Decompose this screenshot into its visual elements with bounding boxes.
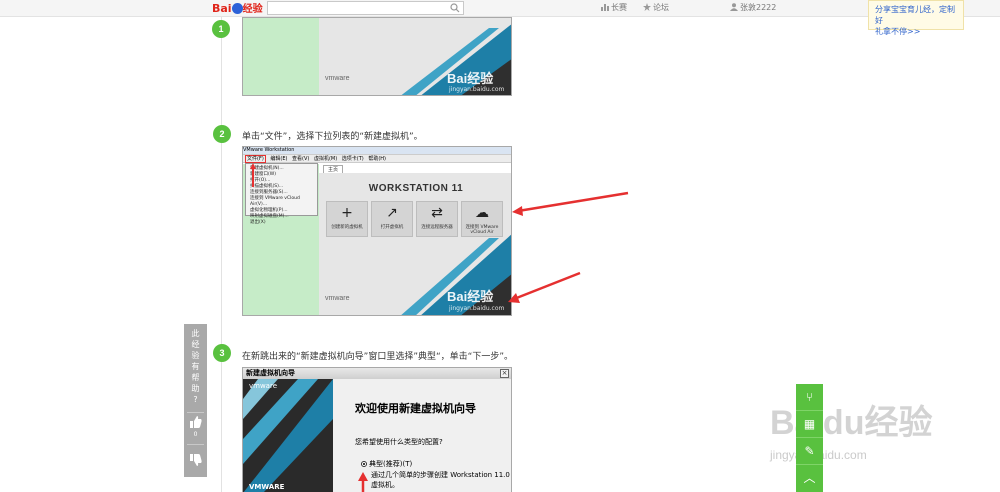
step3-screenshot[interactable]: 新建虚拟机向导 × vmware VMWARE 欢迎使用新建虚拟机向导 您希望使… <box>242 367 512 492</box>
vmware-mark: vmware <box>325 75 350 82</box>
watermark-url: jingyan.baidu.com <box>449 86 505 93</box>
bar-chart-icon <box>601 4 609 11</box>
back-to-top-button[interactable]: ︿ <box>796 465 823 492</box>
product-title: WORKSTATION 11 <box>368 183 464 194</box>
watermark-text: Bai <box>447 289 468 304</box>
step-timeline <box>221 17 222 492</box>
nav-item-rank[interactable]: 长赛 <box>601 2 627 14</box>
watermark-suffix: 经验 <box>467 71 494 86</box>
vmware-banner-stripes <box>243 379 333 492</box>
vmware-footer-mark: VMWARE <box>249 483 285 491</box>
nav-item-forum[interactable]: 论坛 <box>643 2 669 14</box>
tile-create-vm[interactable]: + 创建新的虚拟机 <box>326 201 368 237</box>
top-bar: Bai 经验 长赛 论坛 张敦2222 <box>0 0 1000 17</box>
wizard-side-banner: vmware VMWARE <box>243 379 333 492</box>
wizard-heading: 欢迎使用新建虚拟机向导 <box>355 402 476 415</box>
thumbs-down-button[interactable] <box>184 454 207 469</box>
qr-button[interactable]: ▦ <box>796 411 823 438</box>
tile-label: 创建新的虚拟机 <box>331 225 363 230</box>
promo-line-1: 分享宝宝育儿经，定制好 <box>875 5 955 25</box>
red-arrow-typical <box>358 472 368 492</box>
share-button[interactable]: ⑂ <box>796 384 823 411</box>
option-typical[interactable]: 典型(推荐)(T) <box>361 459 412 469</box>
tile-label: 连接到 VMware vCloud Air <box>465 225 499 235</box>
comment-button[interactable]: ✎ <box>796 438 823 465</box>
step-number-1: 1 <box>212 20 230 38</box>
baidu-watermark: Bai经验 <box>447 286 493 305</box>
step-number-3: 3 <box>213 344 231 362</box>
thumbs-up-button[interactable]: 0 <box>184 416 207 438</box>
watermark-text: Bai <box>447 71 468 86</box>
divider <box>187 412 204 413</box>
tile-connect-remote[interactable]: ⇄ 连接远程服务器 <box>416 201 458 237</box>
tile-vcloud-air[interactable]: ☁ 连接到 VMware vCloud Air <box>461 201 503 237</box>
step1-screenshot[interactable]: vmware Bai经验 jingyan.baidu.com <box>242 17 512 96</box>
open-folder-icon: ↗ <box>386 205 398 221</box>
page-watermark-suffix: du经验 <box>822 404 933 442</box>
cloud-icon: ☁ <box>475 205 489 221</box>
desc-line-2: 虚拟机。 <box>371 481 399 489</box>
step2-screenshot[interactable]: VMware Workstation 文件(F) 编辑(E) 查看(V) 虚拟机… <box>242 146 512 316</box>
tile-label: 连接远程服务器 <box>421 225 453 230</box>
nav-label-forum: 论坛 <box>653 3 669 12</box>
desc-line-1: 通过几个简单的步骤创建 Workstation 11.0 <box>371 471 510 479</box>
share-icon: ⑂ <box>805 390 814 404</box>
page: Bai经验 长赛 论坛 张敦2222 分享宝宝育儿经，定制好 礼拿不停>> 1 <box>0 0 1000 492</box>
nav-item-user[interactable]: 张敦2222 <box>730 2 776 14</box>
step-2-text: 单击“文件”，选择下拉列表的“新建虚拟机”。 <box>242 132 423 142</box>
wizard-title-bar: 新建虚拟机向导 <box>243 368 511 379</box>
feedback-bar: 此经验有帮助? 0 <box>184 324 207 477</box>
nav-label-rank: 长赛 <box>611 3 627 12</box>
back-to-top-icon: ︿ <box>803 471 816 485</box>
baidu-logo[interactable]: Bai 经验 <box>212 1 263 16</box>
feedback-question: 此经验有帮助? <box>191 329 200 404</box>
thumbs-down-icon <box>189 454 202 466</box>
vmware-mark: vmware <box>325 295 350 302</box>
tile-open-vm[interactable]: ↗ 打开虚拟机 <box>371 201 413 237</box>
search-input[interactable] <box>268 2 446 14</box>
vmware-home-area: WORKSTATION 11 + 创建新的虚拟机 ↗ 打开虚拟机 ⇄ 连接远程服务器 … <box>319 173 511 315</box>
divider <box>187 444 204 445</box>
step-3-text: 在新跳出来的“新建虚拟机向导”窗口里选择”典型“，单击“下一步”。 <box>242 352 513 362</box>
step-number-2: 2 <box>213 125 231 143</box>
tile-label: 打开虚拟机 <box>380 225 404 230</box>
watermark-url: jingyan.baidu.com <box>449 305 505 312</box>
plus-icon: + <box>341 205 353 221</box>
promo-banner[interactable]: 分享宝宝育儿经，定制好 礼拿不停>> <box>868 0 964 36</box>
search-box <box>267 1 464 15</box>
radio-typical[interactable] <box>361 461 367 467</box>
close-icon[interactable]: × <box>500 369 509 378</box>
wizard-question: 您希望使用什么类型的配置? <box>355 438 443 446</box>
option-typical-label: 典型(推荐)(T) <box>369 460 413 468</box>
star-icon <box>643 3 651 11</box>
vmware-home-area: vmware Bai经验 jingyan.baidu.com <box>319 18 511 95</box>
page-watermark: Baidu经验 <box>770 395 932 444</box>
thumbs-up-icon <box>189 416 202 428</box>
paw-icon <box>231 3 243 14</box>
search-icon[interactable] <box>450 3 460 13</box>
option-typical-desc: 通过几个简单的步骤创建 Workstation 11.0 虚拟机。 <box>371 470 510 490</box>
promo-line-2: 礼拿不停>> <box>875 27 921 36</box>
comment-icon: ✎ <box>804 444 815 458</box>
wizard-title: 新建虚拟机向导 <box>246 369 295 377</box>
watermark-suffix: 经验 <box>467 289 494 304</box>
vmware-mark: vmware <box>249 382 278 390</box>
red-annotation-arrows <box>508 191 629 303</box>
right-float-toolbar: ⑂ ▦ ✎ ︿ <box>796 384 823 492</box>
wizard-body: 欢迎使用新建虚拟机向导 您希望使用什么类型的配置? 典型(推荐)(T) 通过几个… <box>333 379 511 492</box>
qr-icon: ▦ <box>803 417 816 431</box>
nav-label-user: 张敦2222 <box>740 3 777 12</box>
green-panel <box>243 18 319 95</box>
baidu-watermark: Bai经验 <box>447 68 493 87</box>
remote-server-icon: ⇄ <box>431 205 443 221</box>
logo-text: Bai <box>212 2 232 15</box>
thumbs-up-count: 0 <box>193 431 198 438</box>
logo-suffix: 经验 <box>242 4 263 15</box>
user-icon <box>730 3 738 11</box>
